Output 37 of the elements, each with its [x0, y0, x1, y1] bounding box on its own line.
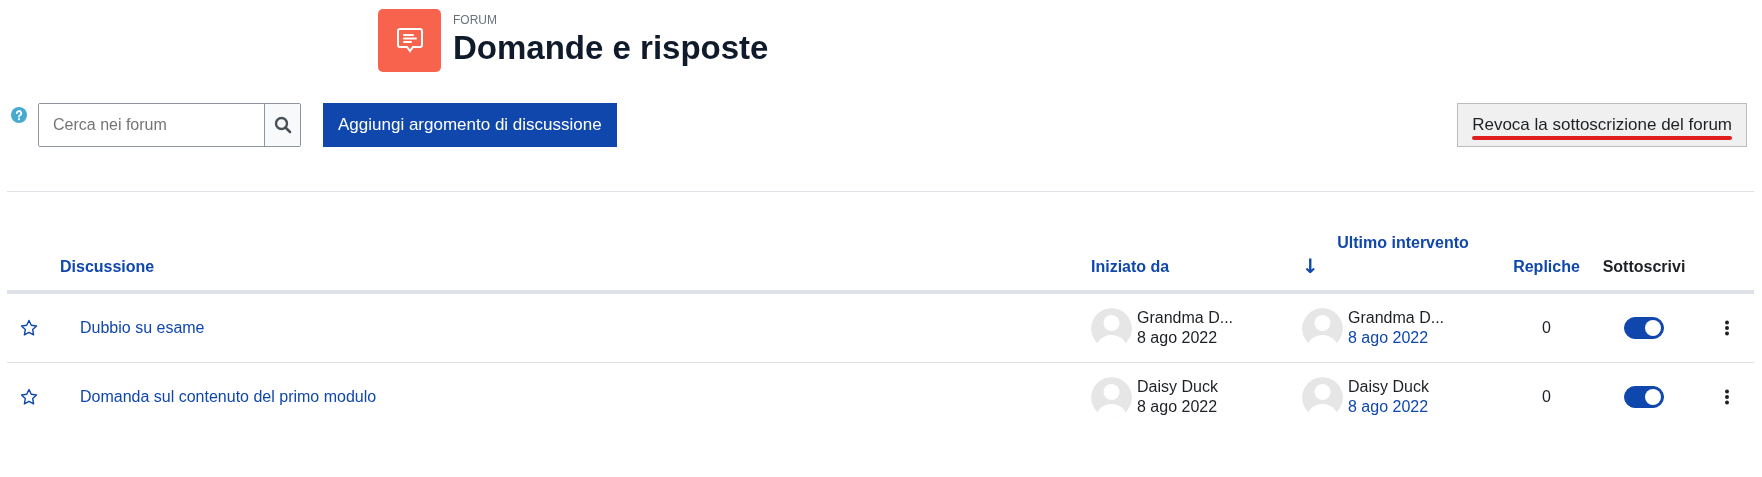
- star-icon[interactable]: [20, 319, 38, 337]
- discussion-link[interactable]: Domanda sul contenuto del primo modulo: [80, 388, 377, 406]
- page-title: Domande e risposte: [453, 29, 769, 67]
- unsubscribe-button[interactable]: Revoca la sottoscrizione del forum: [1457, 103, 1747, 147]
- help-icon[interactable]: [11, 107, 27, 123]
- subscribe-toggle[interactable]: [1624, 386, 1664, 408]
- date-text: 8 ago 2022: [1137, 329, 1219, 347]
- author-name: Grandma D...: [1348, 309, 1445, 327]
- column-sort-link[interactable]: Discussione: [60, 258, 155, 276]
- author-name: Daisy Duck: [1348, 378, 1429, 396]
- avatar-icon: [1302, 376, 1343, 418]
- author-name: Daisy Duck: [1137, 378, 1218, 396]
- search-icon: [273, 116, 292, 134]
- star-icon[interactable]: [20, 388, 38, 406]
- page-kind: FORUM: [453, 13, 498, 27]
- column-sort-link[interactable]: Ultimo intervento: [1337, 234, 1469, 252]
- add-discussion-button[interactable]: Aggiungi argomento di discussione: [323, 103, 617, 147]
- column-sort-link[interactable]: Iniziato da: [1091, 258, 1170, 276]
- subscribe-toggle[interactable]: [1624, 317, 1664, 339]
- column-title: Sottoscrivi: [1602, 258, 1686, 276]
- discussion-link[interactable]: Dubbio su esame: [80, 319, 205, 337]
- avatar-icon: [1091, 376, 1132, 418]
- more-options-icon[interactable]: [1723, 320, 1730, 336]
- more-options-icon[interactable]: [1723, 389, 1730, 405]
- column-sort-link[interactable]: Repliche: [1513, 258, 1580, 276]
- sort-arrow: ↓: [1302, 256, 1320, 276]
- author-name: Grandma D...: [1137, 309, 1234, 327]
- date-text: 8 ago 2022: [1137, 398, 1218, 416]
- avatar-icon: [1091, 307, 1132, 349]
- avatar-icon: [1302, 307, 1343, 349]
- date-link[interactable]: 8 ago 2022: [1348, 398, 1429, 416]
- search-field[interactable]: Cerca nei forum: [38, 103, 301, 147]
- reply-count: 0: [1542, 388, 1551, 406]
- date-link[interactable]: 8 ago 2022: [1348, 329, 1445, 347]
- search-button[interactable]: [264, 104, 300, 146]
- forum-icon: [378, 8, 441, 72]
- reply-count: 0: [1542, 319, 1551, 337]
